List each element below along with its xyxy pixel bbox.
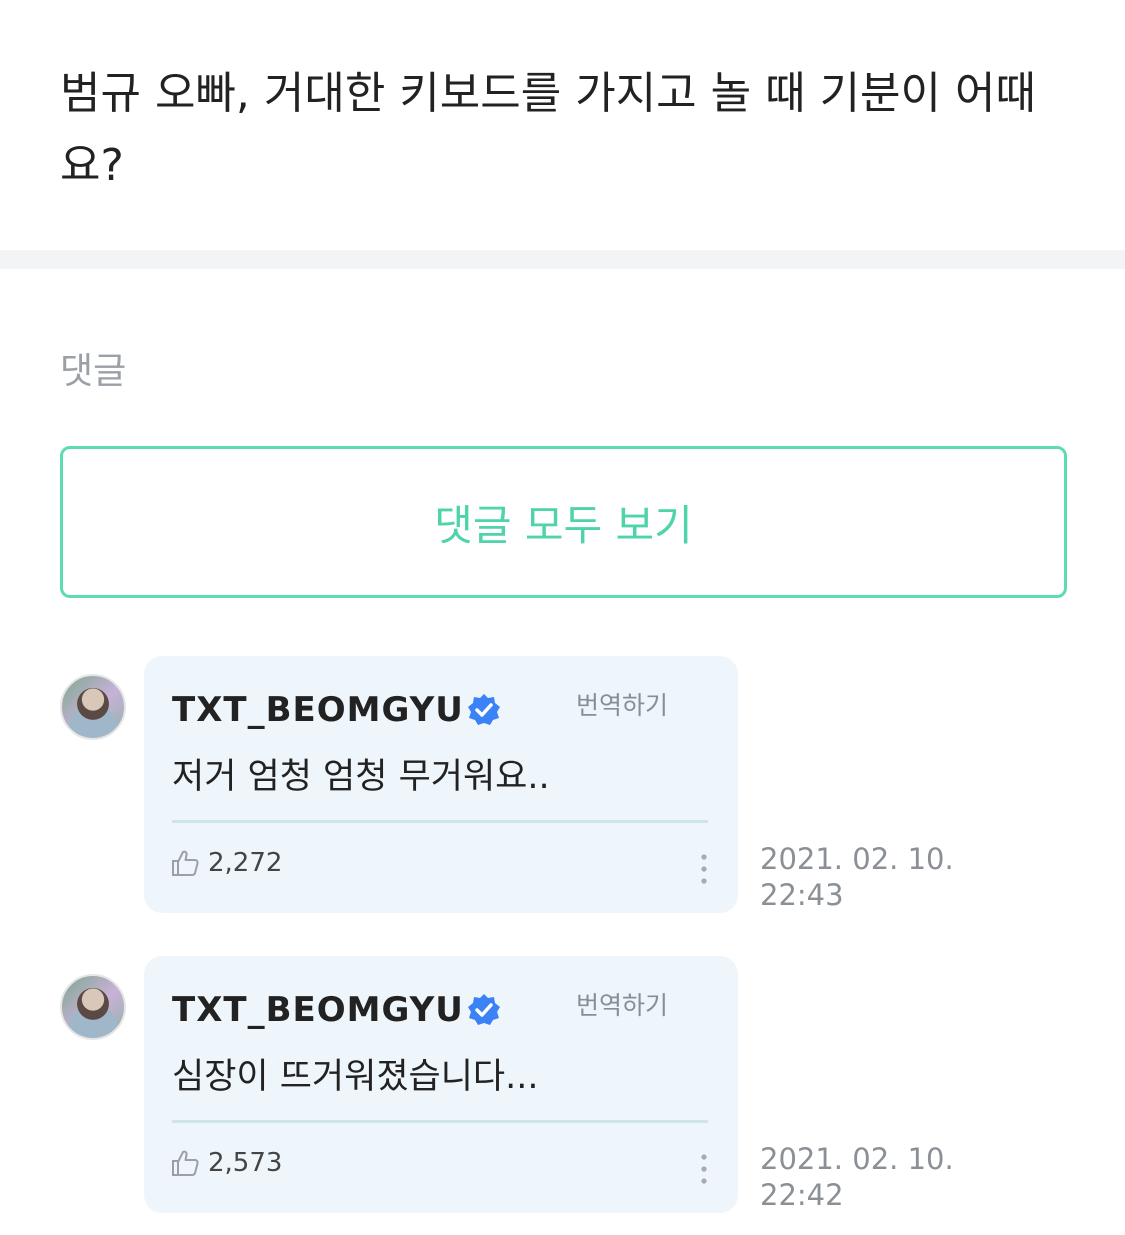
like-count: 2,573 [208,1148,283,1178]
like-button[interactable]: 2,272 [170,848,282,878]
verified-badge-icon [468,694,500,725]
post-question: 범규 오빠, 거대한 키보드를 가지고 놀 때 기분이 어때요? [60,68,1036,191]
comment-divider [172,820,708,823]
like-count: 2,272 [208,848,283,878]
avatar[interactable] [60,674,126,740]
comment-bubble: TXT_BEOMGYU 번역하기 심장이 뜨거워졌습니다... 2,573 [144,956,738,1213]
translate-link[interactable]: 번역하기 [576,986,668,1022]
comment-text: 심장이 뜨거워졌습니다... [172,1057,539,1097]
verified-badge-icon [468,994,500,1025]
more-options-icon[interactable] [696,852,712,886]
comment-time: 22:43 [760,878,844,912]
comment-timestamp: 2021. 02. 10. 22:43 [760,841,980,913]
thumbs-up-icon [172,850,199,876]
comment-item: TXT_BEOMGYU 번역하기 심장이 뜨거워졌습니다... 2,573 20… [0,956,1125,1214]
avatar[interactable] [60,974,126,1040]
comment-date: 2021. 02. 10. [760,842,954,876]
comment-username[interactable]: TXT_BEOMGYU [172,690,464,730]
comment-timestamp: 2021. 02. 10. 22:42 [760,1141,980,1213]
thumbs-up-icon [172,1150,199,1176]
view-all-comments-button[interactable]: 댓글 모두 보기 [60,446,1067,598]
comments-section-title: 댓글 [60,351,127,392]
comment-text: 저거 엄청 엄청 무거워요.. [172,757,550,797]
comment-divider [172,1120,708,1123]
section-divider [0,250,1125,269]
more-options-icon[interactable] [696,1152,712,1186]
comment-bubble: TXT_BEOMGYU 번역하기 저거 엄청 엄청 무거워요.. 2,272 [144,656,738,913]
translate-link[interactable]: 번역하기 [576,686,668,722]
comment-item: TXT_BEOMGYU 번역하기 저거 엄청 엄청 무거워요.. 2,272 2… [0,656,1125,914]
comment-username[interactable]: TXT_BEOMGYU [172,990,464,1030]
comment-time: 22:42 [760,1178,844,1212]
comment-date: 2021. 02. 10. [760,1142,954,1176]
like-button[interactable]: 2,573 [170,1148,282,1178]
